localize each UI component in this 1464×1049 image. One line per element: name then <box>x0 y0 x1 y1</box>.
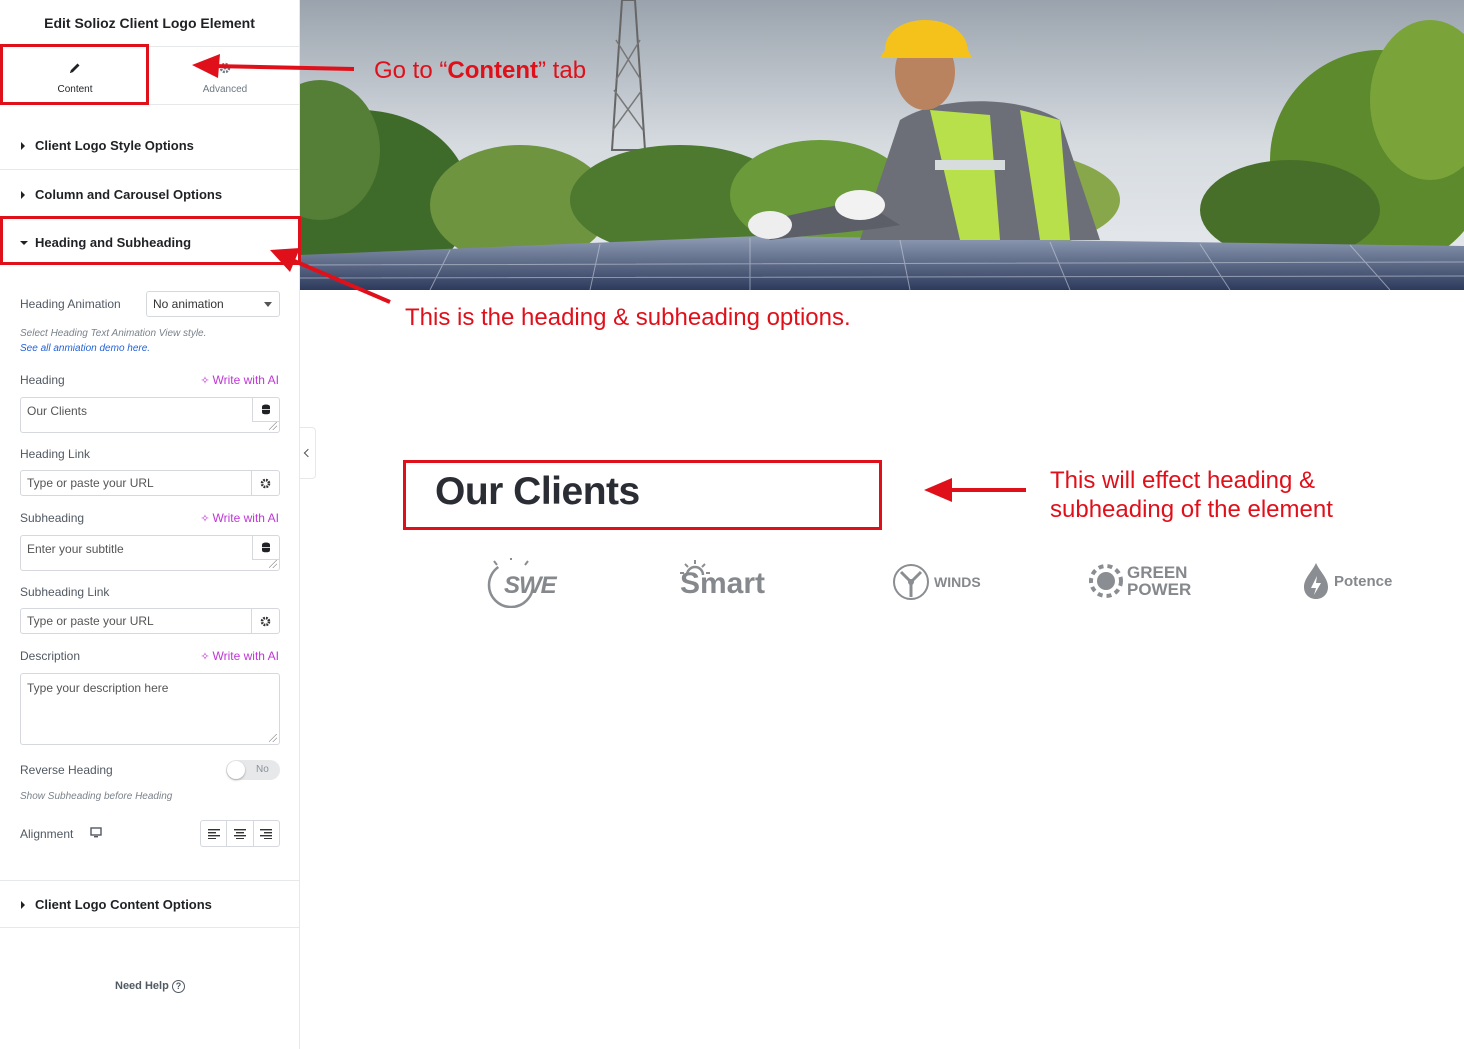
annotation-options: This is the heading & subheading options… <box>405 304 851 331</box>
annotation-text: ” tab <box>538 57 587 84</box>
annotation-arrows <box>192 54 1026 502</box>
annotation-effect-line1: This will effect heading & <box>1050 467 1316 494</box>
annotation-text: Go to “ <box>374 57 448 84</box>
arrow-left-icon <box>924 478 952 502</box>
arrow-left-icon <box>192 54 220 78</box>
annotation-bold: Content <box>447 57 539 84</box>
annotation-content-tab: Go to “Content” tab <box>374 57 586 85</box>
annotation-effect-line2: subheading of the element <box>1050 496 1333 523</box>
